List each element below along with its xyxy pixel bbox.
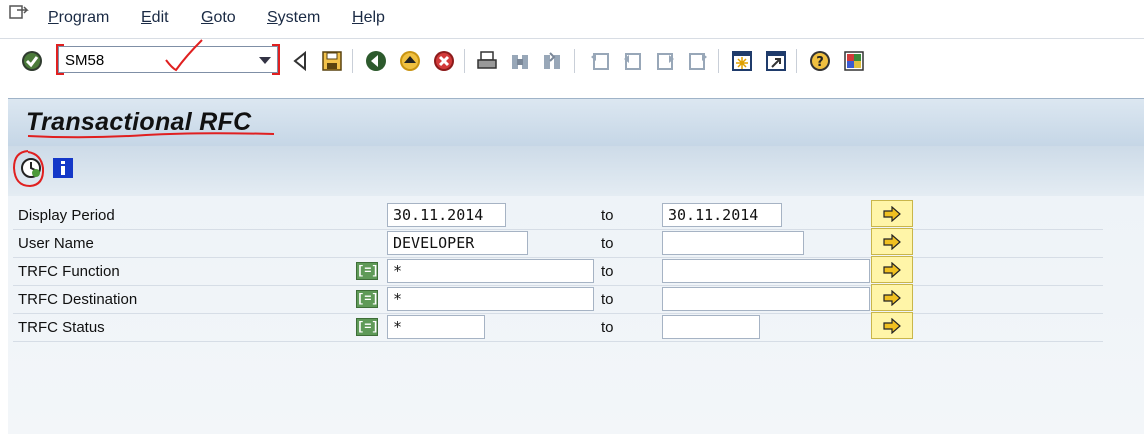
find-icon[interactable]: [508, 49, 532, 73]
layout-icon[interactable]: [842, 49, 866, 73]
row-trfc-destination: TRFC Destination [=] to: [13, 284, 1103, 314]
last-page-icon[interactable]: [686, 49, 710, 73]
trfc-status-from-input[interactable]: [387, 315, 485, 339]
chevron-down-icon[interactable]: [259, 57, 271, 64]
to-label: to: [601, 319, 614, 336]
red-annotation-bracket-left: [56, 44, 64, 75]
menu-system[interactable]: System: [267, 9, 320, 27]
toolbar-divider: [352, 49, 353, 73]
find-next-icon[interactable]: [540, 49, 564, 73]
menu-help-label: elp: [363, 9, 385, 26]
multiple-selection-button[interactable]: [871, 200, 913, 227]
user-name-to-input[interactable]: [662, 231, 804, 255]
user-name-from-input[interactable]: [387, 231, 528, 255]
print-icon[interactable]: [475, 49, 499, 73]
to-label: to: [601, 207, 614, 224]
trfc-destination-to-input[interactable]: [662, 287, 870, 311]
back-icon[interactable]: [364, 49, 388, 73]
toolbar-divider: [718, 49, 719, 73]
arrow-right-icon: [883, 234, 901, 250]
red-circle-annotation: [12, 150, 45, 188]
menu-system-mnemonic: S: [267, 9, 278, 26]
field-label: TRFC Status: [18, 319, 105, 336]
system-menu-icon[interactable]: [8, 4, 30, 22]
menu-bar: Program Edit Goto System Help: [0, 0, 1144, 38]
selection-option-button[interactable]: [=]: [356, 318, 379, 336]
to-label: to: [601, 263, 614, 280]
arrow-right-icon: [883, 290, 901, 306]
field-label: TRFC Destination: [18, 291, 138, 308]
menu-help-mnemonic: H: [352, 9, 364, 26]
to-label: to: [601, 291, 614, 308]
application-toolbar: [8, 146, 1144, 196]
arrow-right-icon: [883, 206, 901, 222]
selection-option-button[interactable]: [=]: [356, 290, 379, 308]
field-label: Display Period: [18, 207, 115, 224]
multiple-selection-button[interactable]: [871, 284, 913, 311]
menu-program-label: rogram: [58, 9, 110, 26]
svg-text:?: ?: [816, 55, 824, 70]
selection-option-button[interactable]: [=]: [356, 262, 379, 280]
menu-goto-label: oto: [213, 9, 236, 26]
to-label: to: [601, 235, 614, 252]
menu-program[interactable]: Program: [48, 9, 109, 27]
command-input[interactable]: [65, 51, 245, 69]
previous-page-icon[interactable]: [620, 49, 644, 73]
information-icon[interactable]: [51, 156, 75, 180]
next-page-icon[interactable]: [654, 49, 678, 73]
first-page-icon[interactable]: [588, 49, 612, 73]
row-user-name: User Name to: [13, 228, 1103, 258]
create-session-icon[interactable]: [730, 49, 754, 73]
red-underline-annotation: [27, 132, 275, 139]
help-icon[interactable]: ?: [808, 49, 832, 73]
row-trfc-function: TRFC Function [=] to: [13, 256, 1103, 286]
toolbar-divider: [574, 49, 575, 73]
arrow-right-icon: [883, 262, 901, 278]
row-trfc-status: TRFC Status [=] to: [13, 312, 1103, 342]
field-label: TRFC Function: [18, 263, 120, 280]
trfc-status-to-input[interactable]: [662, 315, 760, 339]
red-checkmark-annotation: [165, 39, 203, 72]
selection-screen: Display Period to User Name to TRFC Func…: [8, 196, 1144, 434]
enter-check-icon[interactable]: [20, 49, 44, 73]
menu-goto-mnemonic: G: [201, 9, 214, 26]
display-period-to-input[interactable]: [662, 203, 782, 227]
toolbar-divider: [796, 49, 797, 73]
trfc-function-from-input[interactable]: [387, 259, 594, 283]
multiple-selection-button[interactable]: [871, 228, 913, 255]
menu-system-label: ystem: [277, 9, 321, 26]
arrow-right-icon: [883, 318, 901, 334]
toolbar-divider: [464, 49, 465, 73]
back-triangle-icon[interactable]: [289, 49, 313, 73]
menu-help[interactable]: Help: [352, 9, 385, 27]
row-display-period: Display Period to: [13, 200, 1103, 230]
display-period-from-input[interactable]: [387, 203, 506, 227]
save-icon[interactable]: [320, 49, 344, 73]
menu-edit-label: dit: [151, 9, 169, 26]
red-annotation-bracket-right: [272, 44, 280, 75]
cancel-icon[interactable]: [432, 49, 456, 73]
menu-program-mnemonic: P: [48, 9, 59, 26]
menu-goto[interactable]: Goto: [201, 9, 236, 27]
multiple-selection-button[interactable]: [871, 256, 913, 283]
exit-icon[interactable]: [398, 49, 422, 73]
field-label: User Name: [18, 235, 94, 252]
trfc-destination-from-input[interactable]: [387, 287, 594, 311]
shortcut-icon[interactable]: [764, 49, 788, 73]
trfc-function-to-input[interactable]: [662, 259, 870, 283]
menu-edit-mnemonic: E: [141, 9, 152, 26]
menu-edit[interactable]: Edit: [141, 9, 169, 27]
multiple-selection-button[interactable]: [871, 312, 913, 339]
